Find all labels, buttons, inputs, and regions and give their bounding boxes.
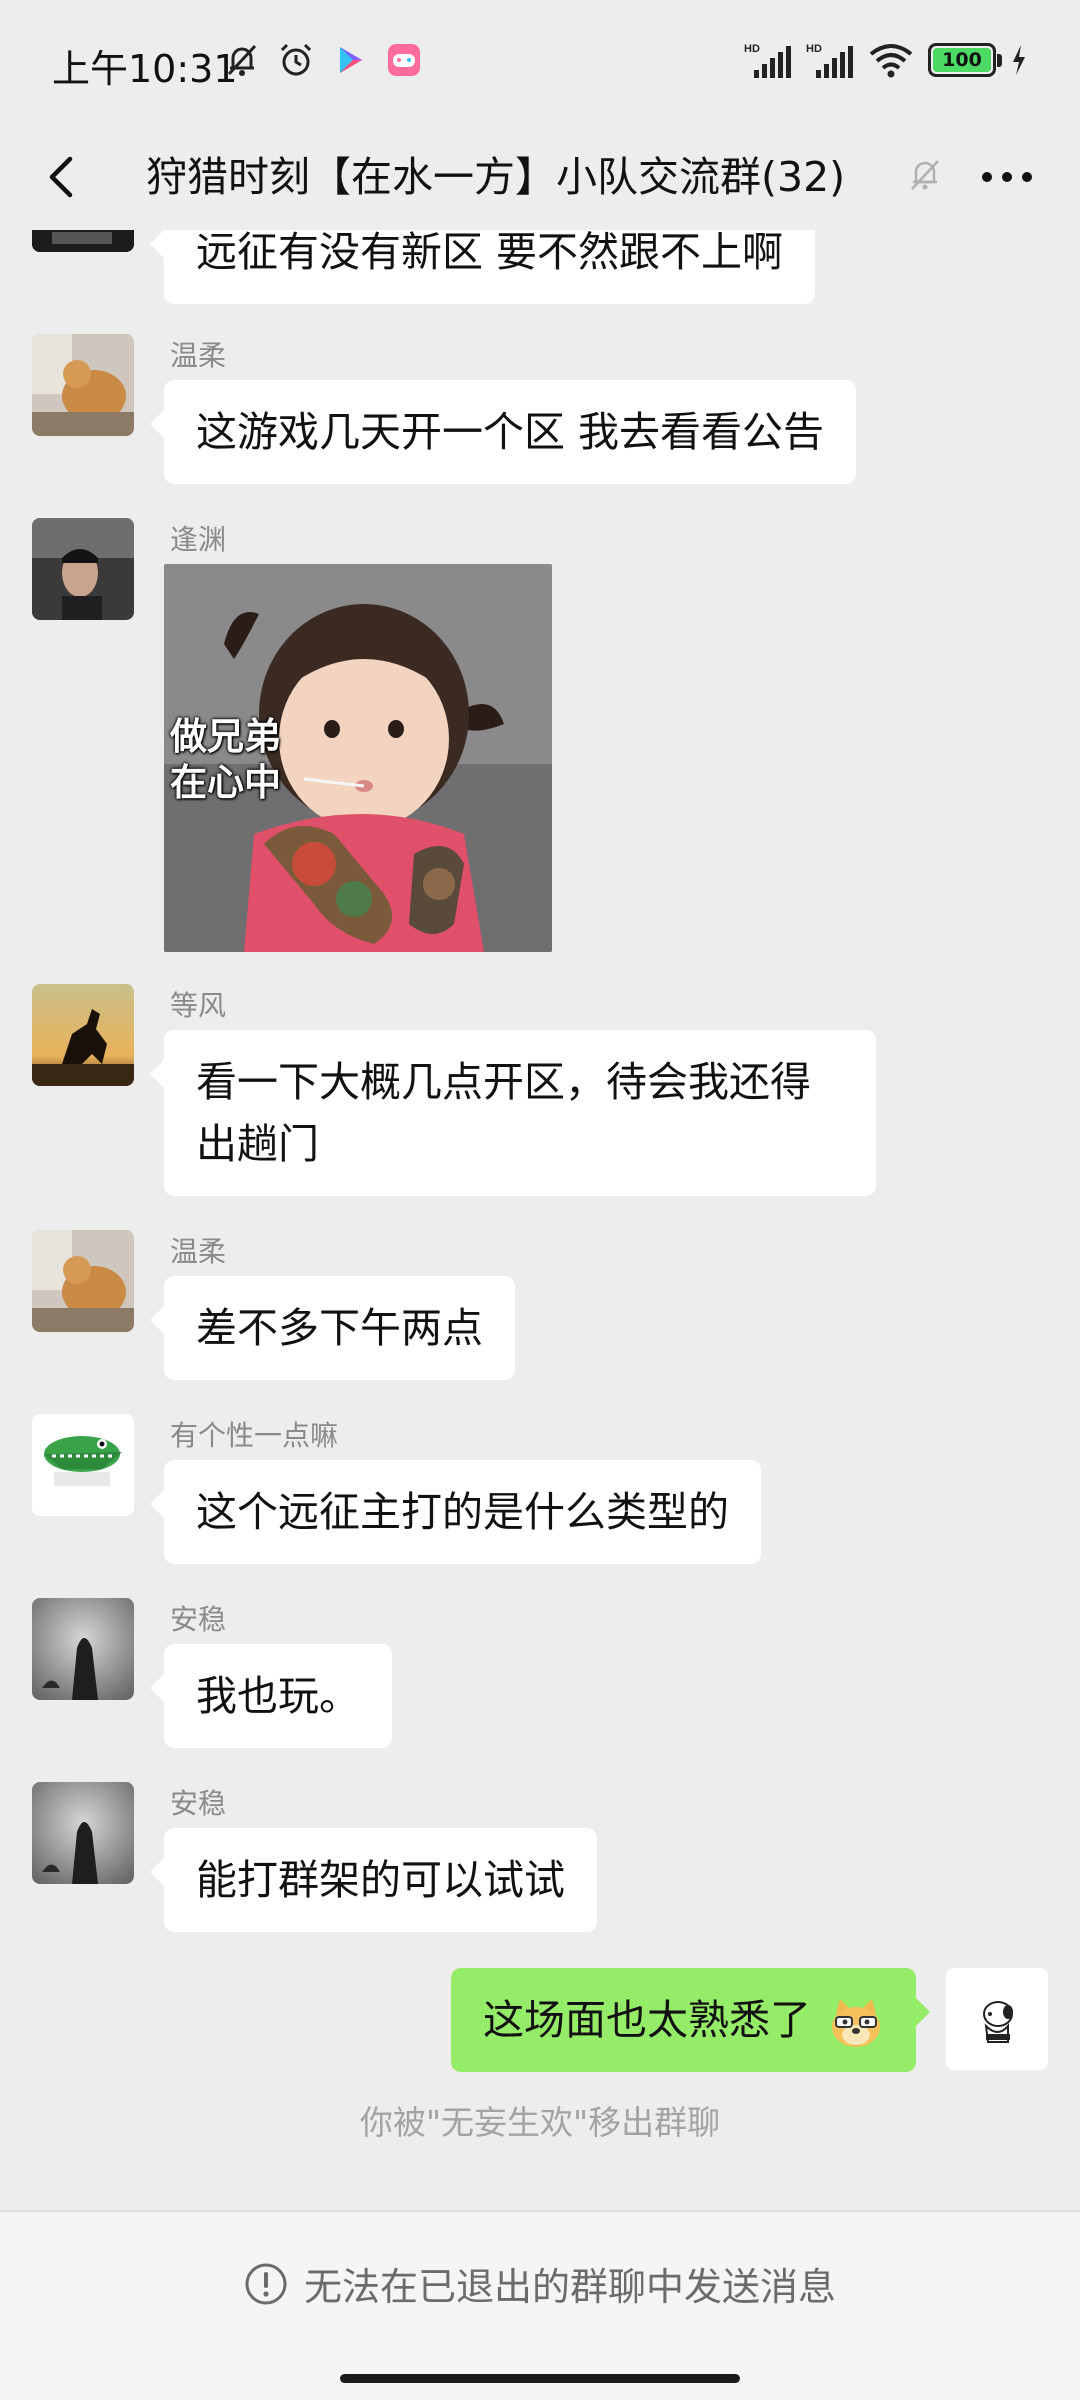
- sender-name: 安稳: [170, 1603, 227, 1636]
- battery-indicator: 100: [928, 43, 1002, 77]
- avatar[interactable]: [32, 1782, 134, 1884]
- battery-level: 100: [933, 48, 991, 72]
- message-bubble[interactable]: 这个远征主打的是什么类型的: [150, 1460, 761, 1564]
- svg-text:HD: HD: [744, 43, 760, 55]
- bottom-notice-text: 无法在已退出的群聊中发送消息: [303, 2265, 836, 2309]
- svg-text:HD: HD: [806, 43, 822, 55]
- wifi-icon: [868, 40, 914, 80]
- message-bubble[interactable]: 远征有没有新区 要不然跟不上啊: [149, 230, 816, 304]
- sender-name: 有个性一点嘛: [170, 1419, 339, 1452]
- message-text: 这场面也太熟悉了: [482, 1996, 811, 2044]
- chevron-left-icon: [49, 156, 73, 198]
- message-bubble[interactable]: 差不多下午两点: [150, 1276, 515, 1380]
- message-bubble[interactable]: 这游戏几天开一个区 我去看看公告: [149, 380, 857, 484]
- signal-1-icon: HD: [744, 40, 792, 80]
- sender-name: 温柔: [170, 1235, 227, 1268]
- charging-icon: [1010, 40, 1028, 80]
- bottom-notice: 无法在已退出的群聊中发送消息: [0, 2256, 1080, 2311]
- message-text: 这个远征主打的是什么类型的: [196, 1488, 729, 1536]
- sender-name: 等风: [170, 989, 227, 1022]
- chat-messages-list[interactable]: 远征有没有新区 要不然跟不上啊 温柔 这游戏几天开一个区 我去看看公告 逢渊 做…: [0, 230, 1080, 2210]
- avatar[interactable]: [32, 230, 134, 252]
- sender-name: 温柔: [170, 339, 227, 372]
- status-right-icons: HD HD 100: [744, 40, 1028, 80]
- system-note-removed: 你被"无妄生欢"移出群聊: [359, 2103, 721, 2142]
- message-bubble-self[interactable]: 这场面也太熟悉了: [450, 1968, 931, 2072]
- message-bubble[interactable]: 能打群架的可以试试: [150, 1828, 597, 1932]
- avatar[interactable]: [32, 334, 134, 436]
- message-bubble[interactable]: 我也玩。: [150, 1644, 392, 1748]
- message-text: 看一下大概几点开区，待会我还得出趟门: [196, 1058, 811, 1168]
- muted-notification-icon: [900, 150, 950, 200]
- doge-emoji-icon: [828, 1995, 884, 2051]
- avatar[interactable]: [32, 1230, 134, 1332]
- mute-bell-icon: [222, 40, 262, 80]
- message-text: 我也玩。: [196, 1672, 360, 1720]
- home-indicator[interactable]: [340, 2374, 740, 2383]
- signal-2-icon: HD: [806, 40, 854, 80]
- play-store-icon: [330, 40, 370, 80]
- message-text: 差不多下午两点: [196, 1304, 483, 1352]
- back-button[interactable]: [30, 145, 94, 209]
- sender-name: 逢渊: [170, 523, 227, 556]
- status-time: 上午10:31: [52, 47, 238, 91]
- sticker-image[interactable]: 做兄弟 在心中: [164, 564, 552, 952]
- more-dots-icon: [982, 172, 1032, 182]
- status-left-icons: [222, 40, 424, 80]
- avatar[interactable]: [32, 518, 134, 620]
- message-text: 能打群架的可以试试: [196, 1856, 565, 1904]
- bottom-notice-bar: 无法在已退出的群聊中发送消息: [0, 2210, 1080, 2350]
- game-app-icon: [384, 40, 424, 80]
- info-icon: [244, 2262, 288, 2306]
- avatar[interactable]: [32, 1598, 134, 1700]
- sender-name: 安稳: [170, 1787, 227, 1820]
- message-text: 这游戏几天开一个区 我去看看公告: [196, 408, 825, 456]
- avatar-self[interactable]: [946, 1968, 1048, 2070]
- chat-header: 狩猎时刻【在水一方】小队交流群(32): [0, 125, 1080, 230]
- avatar[interactable]: [32, 1414, 134, 1516]
- status-bar: 上午10:31 HD HD 100: [0, 0, 1080, 125]
- message-text: 远征有没有新区 要不然跟不上啊: [196, 230, 784, 276]
- sticker-caption: 做兄弟 在心中: [170, 715, 281, 804]
- more-options-button[interactable]: [975, 145, 1039, 209]
- alarm-clock-icon: [276, 40, 316, 80]
- avatar[interactable]: [32, 984, 134, 1086]
- message-bubble[interactable]: 看一下大概几点开区，待会我还得出趟门: [150, 1030, 876, 1196]
- chat-title: 狩猎时刻【在水一方】小队交流群(32): [146, 153, 846, 201]
